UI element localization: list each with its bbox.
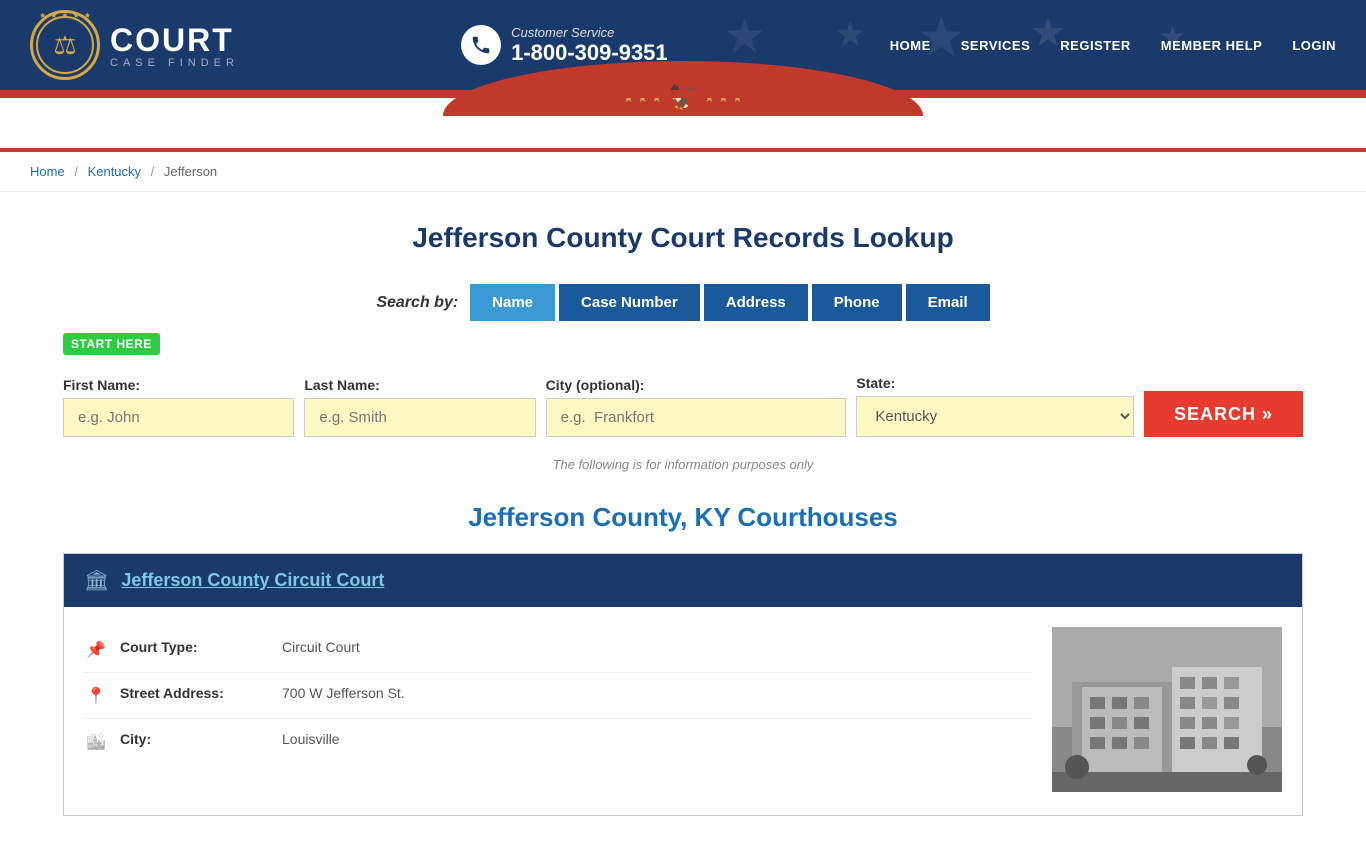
last-name-label: Last Name: [304, 377, 535, 393]
courthouse-building-image [1052, 627, 1282, 792]
address-value: 700 W Jefferson St. [282, 685, 405, 701]
customer-service-label: Customer Service [511, 25, 668, 40]
court-type-value: Circuit Court [282, 639, 360, 655]
courthouses-title: Jefferson County, KY Courthouses [63, 502, 1303, 533]
courthouse-icon: 🏛 [84, 568, 109, 593]
nav-member-help[interactable]: MEMBER HELP [1161, 38, 1263, 53]
courthouse-name-link[interactable]: Jefferson County Circuit Court [121, 570, 384, 591]
detail-row-city: 🏙 City: Louisville [84, 719, 1032, 764]
courthouse-body: 📌 Court Type: Circuit Court 📍 Street Add… [64, 607, 1302, 815]
search-by-row: Search by: Name Case Number Address Phon… [63, 284, 1303, 321]
city-input[interactable] [546, 398, 847, 437]
courthouse-header: 🏛 Jefferson County Circuit Court [64, 554, 1302, 607]
courthouse-image [1052, 627, 1282, 795]
tab-phone[interactable]: Phone [812, 284, 902, 321]
courthouse-details: 📌 Court Type: Circuit Court 📍 Street Add… [84, 627, 1032, 795]
courthouse-card: 🏛 Jefferson County Circuit Court 📌 Court… [63, 553, 1303, 816]
city-detail-label: City: [120, 731, 270, 747]
main-nav: HOME SERVICES REGISTER MEMBER HELP LOGIN [890, 38, 1336, 53]
city-detail-value: Louisville [282, 731, 340, 747]
state-field: State: Kentucky Alabama Alaska Arizona C… [856, 375, 1134, 437]
start-here-badge: START HERE [63, 333, 160, 355]
first-name-input[interactable] [63, 398, 294, 437]
page-title: Jefferson County Court Records Lookup [63, 222, 1303, 254]
search-by-label: Search by: [376, 294, 458, 312]
search-form: First Name: Last Name: City (optional): … [63, 375, 1303, 437]
address-label: Street Address: [120, 685, 270, 701]
breadcrumb-home[interactable]: Home [30, 164, 65, 179]
court-type-icon: 📌 [84, 640, 108, 660]
main-content: Jefferson County Court Records Lookup Se… [33, 192, 1333, 866]
nav-register[interactable]: REGISTER [1060, 38, 1130, 53]
city-label: City (optional): [546, 377, 847, 393]
state-label: State: [856, 375, 1134, 391]
last-name-field: Last Name: [304, 377, 535, 437]
state-select[interactable]: Kentucky Alabama Alaska Arizona Californ… [856, 396, 1134, 437]
search-button[interactable]: SEARCH » [1144, 391, 1303, 437]
detail-row-address: 📍 Street Address: 700 W Jefferson St. [84, 673, 1032, 719]
court-type-label: Court Type: [120, 639, 270, 655]
first-name-label: First Name: [63, 377, 294, 393]
last-name-input[interactable] [304, 398, 535, 437]
tab-address[interactable]: Address [704, 284, 808, 321]
breadcrumb-state[interactable]: Kentucky [88, 164, 141, 179]
tab-name[interactable]: Name [470, 284, 555, 321]
address-icon: 📍 [84, 686, 108, 706]
first-name-field: First Name: [63, 377, 294, 437]
breadcrumb: Home / Kentucky / Jefferson [0, 152, 1366, 192]
breadcrumb-county: Jefferson [164, 164, 217, 179]
tab-email[interactable]: Email [906, 284, 990, 321]
info-note: The following is for information purpose… [63, 457, 1303, 472]
nav-login[interactable]: LOGIN [1292, 38, 1336, 53]
city-field: City (optional): [546, 377, 847, 437]
tab-case-number[interactable]: Case Number [559, 284, 700, 321]
detail-row-court-type: 📌 Court Type: Circuit Court [84, 627, 1032, 673]
nav-home[interactable]: HOME [890, 38, 931, 53]
site-header: ⚖ ★ ★ ★ ★ ★ COURT CASE FINDER [0, 0, 1366, 148]
nav-services[interactable]: SERVICES [961, 38, 1031, 53]
city-icon: 🏙 [84, 732, 108, 752]
